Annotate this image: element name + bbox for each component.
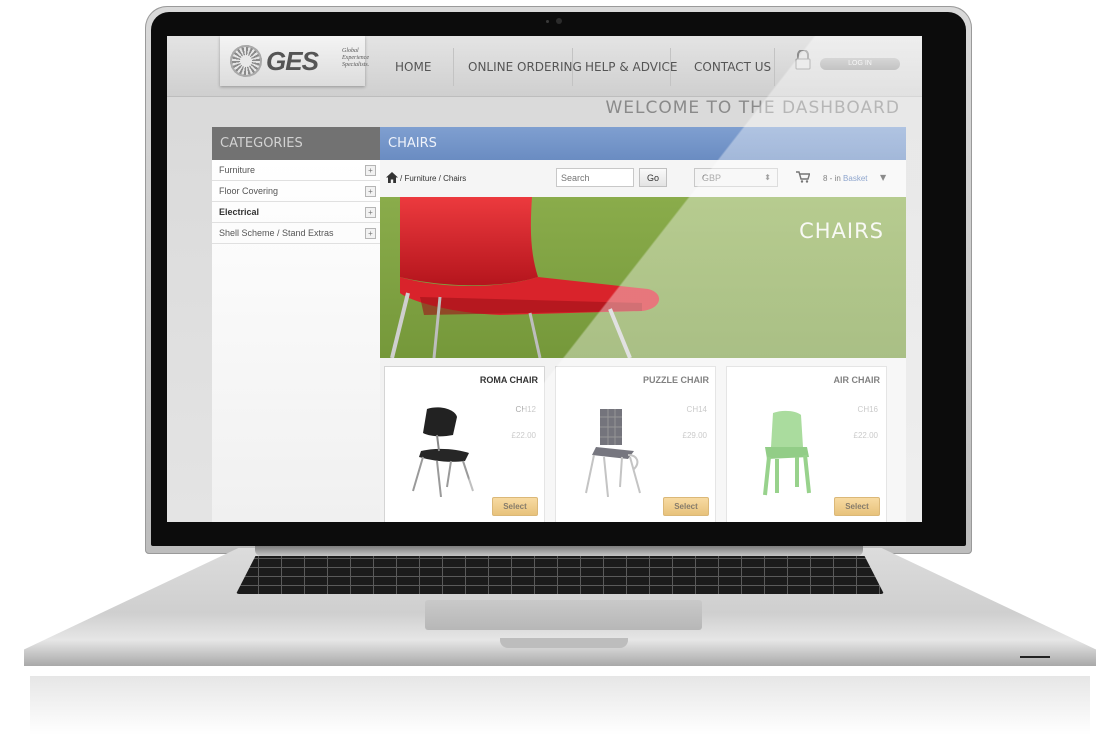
product-name: PUZZLE CHAIR	[643, 375, 709, 385]
product-code: CH14	[686, 405, 707, 414]
ges-logo[interactable]: GES Global Experience Specialists.	[220, 36, 370, 86]
product-name: AIR CHAIR	[833, 375, 881, 385]
currency-select[interactable]: GBP ⬍	[694, 168, 778, 187]
lock-icon	[795, 50, 811, 70]
breadcrumb[interactable]: / Furniture / Chairs	[400, 174, 466, 183]
top-nav: GES Global Experience Specialists. HOME …	[167, 36, 922, 97]
basket-count: 8 - in	[823, 174, 841, 183]
nav-divider	[670, 48, 671, 86]
go-button[interactable]: Go	[639, 168, 667, 187]
red-chair-image	[390, 197, 660, 358]
category-floor-covering[interactable]: Floor Covering +	[212, 181, 380, 202]
product-code: CH16	[857, 405, 878, 414]
nav-divider	[774, 48, 775, 86]
nav-divider	[453, 48, 454, 86]
expand-icon[interactable]: +	[365, 207, 376, 218]
search-input[interactable]	[556, 168, 634, 187]
chevron-down-icon[interactable]: ▼	[880, 173, 886, 182]
roma-chair-image	[412, 407, 474, 497]
air-chair-image	[763, 410, 811, 496]
product-name: ROMA CHAIR	[479, 375, 538, 385]
product-price: £22.00	[853, 431, 878, 440]
expand-icon[interactable]: +	[365, 186, 376, 197]
currency-value: GBP	[702, 173, 722, 183]
select-button[interactable]: Select	[663, 497, 709, 516]
tagline-line: Global	[342, 48, 359, 54]
screen: GES Global Experience Specialists. HOME …	[167, 36, 922, 522]
product-price: £29.00	[682, 431, 707, 440]
section-header: CHAIRS	[380, 127, 906, 160]
cart-icon[interactable]	[796, 171, 810, 183]
select-button[interactable]: Select	[492, 497, 538, 516]
basket-link[interactable]: Basket	[843, 174, 867, 183]
product-card[interactable]: AIR CHAIR CH16 £22.00 Select	[726, 366, 887, 522]
trackpad	[425, 600, 702, 630]
category-label: Shell Scheme / Stand Extras	[219, 228, 334, 238]
product-code: CH12	[515, 405, 536, 414]
category-label: Floor Covering	[219, 186, 279, 196]
basket-summary: 8 - in Basket	[823, 174, 868, 183]
product-card[interactable]: ROMA CHAIR CH12 £22.00 Select	[384, 366, 545, 522]
globe-logo-icon	[230, 45, 262, 77]
categories-sidebar: Furniture + Floor Covering + Electrical …	[212, 160, 381, 522]
category-label: Electrical	[219, 207, 260, 217]
category-banner: CHAIRS	[380, 197, 906, 358]
select-button[interactable]: Select	[834, 497, 880, 516]
banner-title: CHAIRS	[799, 219, 884, 243]
logo-text: GES	[266, 46, 319, 76]
categories-header: CATEGORIES	[212, 127, 380, 160]
expand-icon[interactable]: +	[365, 228, 376, 239]
light-sensor	[546, 20, 549, 23]
lid-notch	[500, 638, 628, 648]
category-label: Furniture	[219, 165, 256, 175]
tagline-line: Specialists.	[342, 62, 370, 68]
tagline-line: Experience	[342, 55, 369, 61]
laptop-hinge	[255, 546, 863, 556]
product-grid: ROMA CHAIR CH12 £22.00 Select PUZZLE CHA…	[380, 358, 906, 522]
category-shell-scheme[interactable]: Shell Scheme / Stand Extras +	[212, 223, 380, 244]
product-price: £22.00	[511, 431, 536, 440]
select-arrows-icon: ⬍	[764, 173, 771, 182]
toolbar: / Furniture / Chairs Go GBP ⬍ 8 - in Bas…	[380, 160, 906, 198]
puzzle-chair-image	[585, 409, 641, 497]
page-title: WELCOME TO THE DASHBOARD	[605, 98, 900, 118]
login-button[interactable]: LOG IN	[820, 58, 900, 70]
category-electrical[interactable]: Electrical +	[212, 202, 380, 223]
product-card[interactable]: PUZZLE CHAIR CH14 £29.00 Select	[555, 366, 716, 522]
home-icon[interactable]	[386, 172, 398, 183]
logo-tagline: Global Experience Specialists.	[342, 48, 370, 69]
camera-icon	[556, 18, 562, 24]
floor-reflection	[30, 676, 1090, 735]
power-led	[1020, 656, 1050, 658]
nav-home[interactable]: HOME	[395, 60, 431, 74]
expand-icon[interactable]: +	[365, 165, 376, 176]
category-furniture[interactable]: Furniture +	[212, 160, 380, 181]
nav-divider	[572, 48, 573, 86]
nav-contact-us[interactable]: CONTACT US	[694, 60, 771, 74]
keyboard	[236, 556, 884, 594]
nav-help-advice[interactable]: HELP & ADVICE	[585, 60, 677, 74]
nav-online-ordering[interactable]: ONLINE ORDERING	[468, 60, 582, 74]
